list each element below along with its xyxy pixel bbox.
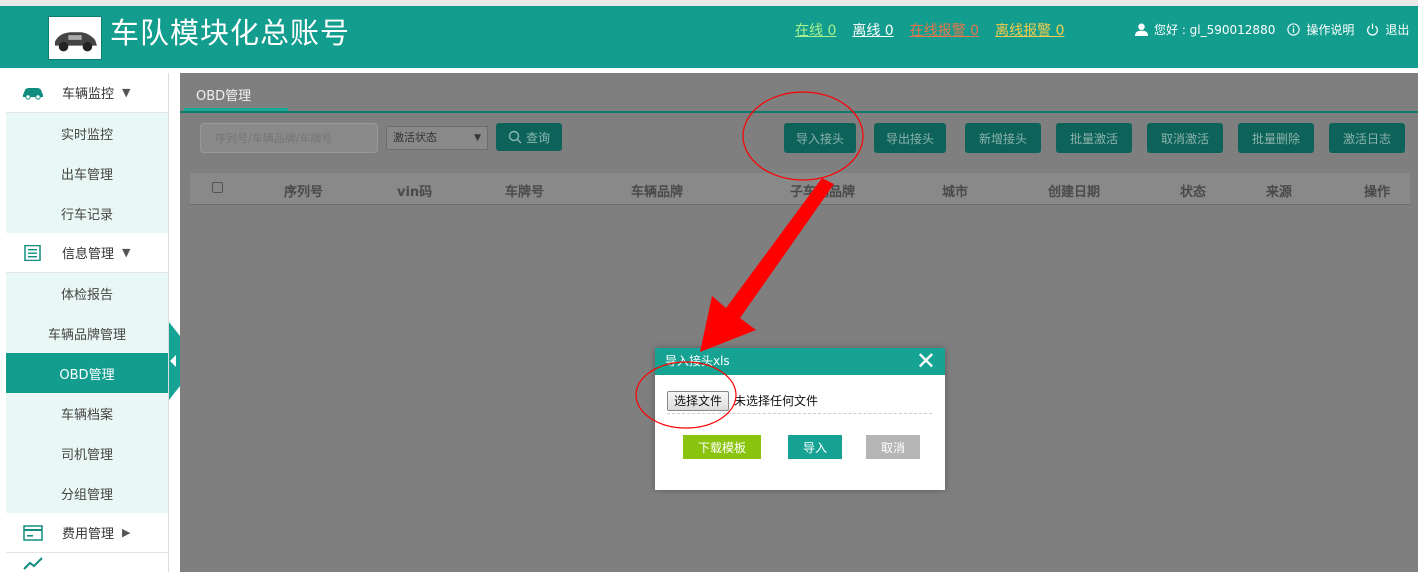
column-header: 车牌号 (505, 185, 545, 200)
caret-right-icon: ▶ (122, 526, 131, 539)
chart-icon (23, 557, 43, 570)
online-alarm-link[interactable]: 在线报警 0 (910, 20, 979, 40)
status-select[interactable]: 激活状态 ▼ (386, 126, 488, 150)
power-icon (1367, 23, 1379, 36)
sidebar-group-label: 费用管理 (62, 527, 115, 542)
column-header: 来源 (1266, 185, 1293, 200)
file-row: 选择文件 未选择任何文件 (667, 388, 932, 414)
import-dialog: 导入接头xls ✕ 选择文件 未选择任何文件 下载模板 导入 取消 (655, 348, 945, 490)
chevron-left-icon (170, 355, 176, 367)
download-template-button[interactable]: 下载模板 (683, 435, 761, 459)
column-header: 城市 (942, 185, 969, 200)
select-arrow-icon: ▼ (474, 133, 481, 143)
export-connector-button[interactable]: 导出接头 (874, 123, 946, 153)
online-link[interactable]: 在线 0 (795, 20, 836, 40)
sidebar-item-brand-mgmt[interactable]: 车辆品牌管理 (6, 313, 168, 353)
sidebar-item-trip-record[interactable]: 行车记录 (6, 193, 168, 233)
sidebar-item-inspection[interactable]: 体检报告 (6, 273, 168, 313)
sidebar-group-stats-partial[interactable] (6, 553, 168, 572)
sidebar-group-label: 车辆监控 (62, 87, 115, 102)
caret-down-icon: ▼ (122, 246, 131, 259)
choose-file-button[interactable]: 选择文件 (667, 390, 730, 411)
main-content: OBD管理 激活状态 ▼ 查询 导入接头 导出接头 新增接头 批量激活 取消激活… (180, 73, 1418, 572)
sidebar-group-label: 信息管理 (62, 247, 115, 262)
sidebar-item-realtime[interactable]: 实时监控 (6, 113, 168, 153)
list-icon (24, 244, 41, 261)
caret-down-icon: ▼ (122, 86, 131, 99)
dialog-title: 导入接头xls (665, 354, 730, 368)
user-greeting: 您好 : gl_590012880 (1154, 23, 1276, 37)
sidebar-item-vehicle-archive[interactable]: 车辆档案 (6, 393, 168, 433)
offline-link[interactable]: 离线 0 (852, 20, 893, 40)
status-select-value: 激活状态 (393, 131, 437, 144)
activation-log-button[interactable]: 激活日志 (1329, 123, 1405, 153)
card-icon (23, 524, 43, 541)
user-area: 您好 : gl_590012880 操作说明 退出 (1135, 21, 1409, 38)
column-header: 序列号 (284, 185, 324, 200)
column-header: 车辆品牌 (631, 185, 684, 200)
query-label: 查询 (525, 130, 550, 145)
top-header: 车队模块化总账号 在线 0 离线 0 在线报警 0 离线报警 0 您好 : gl… (0, 0, 1418, 68)
sidebar: 车辆监控 ▼ 实时监控 出车管理 行车记录 信息管理 ▼ 体检报告 车辆品牌管理… (6, 73, 169, 572)
sidebar-group-info[interactable]: 信息管理 ▼ (6, 233, 168, 273)
select-all-checkbox[interactable] (212, 182, 223, 193)
sidebar-group-vehicle-monitor[interactable]: 车辆监控 ▼ (6, 73, 168, 113)
batch-delete-button[interactable]: 批量删除 (1238, 123, 1314, 153)
no-file-text: 未选择任何文件 (734, 394, 819, 408)
close-icon[interactable]: ✕ (916, 349, 936, 373)
add-connector-button[interactable]: 新增接头 (965, 123, 1041, 153)
column-header: 创建日期 (1048, 185, 1101, 200)
search-input[interactable] (200, 123, 378, 153)
user-icon (1135, 23, 1148, 36)
car-logo-icon (48, 16, 102, 60)
offline-alarm-link[interactable]: 离线报警 0 (995, 20, 1064, 40)
sidebar-item-driver[interactable]: 司机管理 (6, 433, 168, 473)
cancel-button[interactable]: 取消 (866, 435, 920, 459)
cancel-activate-button[interactable]: 取消激活 (1147, 123, 1223, 153)
tab-strip: OBD管理 (180, 73, 1418, 113)
column-header: 状态 (1180, 185, 1207, 200)
column-header: 子车辆品牌 (790, 185, 856, 200)
search-icon (508, 130, 522, 144)
help-link[interactable]: 操作说明 (1306, 21, 1354, 38)
batch-activate-button[interactable]: 批量激活 (1056, 123, 1132, 153)
tab-obd[interactable]: OBD管理 (184, 73, 288, 111)
car-icon (23, 87, 43, 100)
dialog-header: 导入接头xls ✕ (655, 348, 945, 375)
status-links: 在线 0 离线 0 在线报警 0 离线报警 0 (795, 20, 1064, 40)
logout-link[interactable]: 退出 (1385, 21, 1409, 38)
import-connector-button[interactable]: 导入接头 (784, 123, 856, 153)
sidebar-group-fees[interactable]: 费用管理 ▶ (6, 513, 168, 553)
import-button[interactable]: 导入 (788, 435, 842, 459)
sidebar-collapse-handle[interactable] (169, 322, 180, 400)
info-icon (1287, 23, 1301, 36)
sidebar-item-obd[interactable]: OBD管理 (6, 353, 168, 393)
sidebar-item-dispatch[interactable]: 出车管理 (6, 153, 168, 193)
table-header: 序列号 vin码 车牌号 车辆品牌 子车辆品牌 城市 创建日期 状态 来源 操作 (190, 173, 1410, 205)
column-header: vin码 (397, 185, 433, 200)
column-header: 操作 (1364, 185, 1391, 200)
query-button[interactable]: 查询 (496, 123, 562, 151)
sidebar-item-group[interactable]: 分组管理 (6, 473, 168, 513)
app-title: 车队模块化总账号 (110, 16, 351, 50)
